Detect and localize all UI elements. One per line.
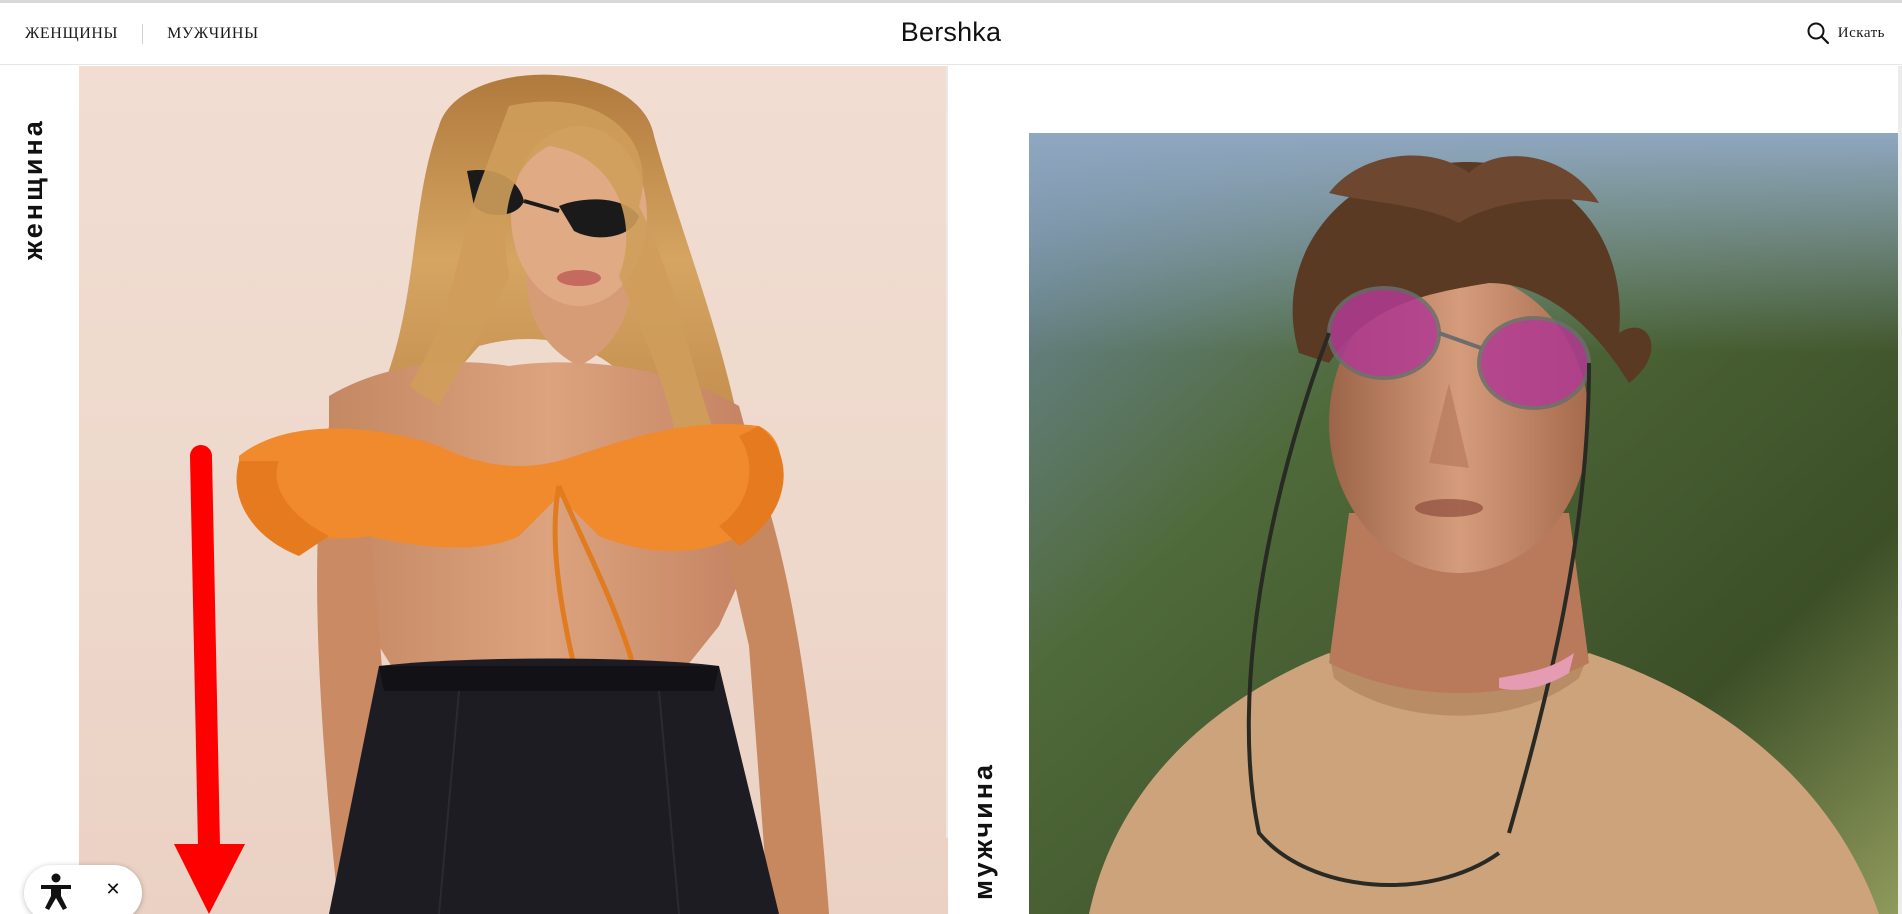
page-scrollbar-track[interactable] bbox=[1898, 66, 1902, 914]
women-model-illustration bbox=[174, 74, 829, 914]
men-hero-image[interactable] bbox=[1029, 133, 1898, 914]
search-button[interactable]: Искать bbox=[1805, 20, 1885, 46]
close-icon[interactable]: ✕ bbox=[100, 877, 126, 903]
accessibility-icon[interactable] bbox=[38, 871, 74, 911]
women-hero-image[interactable] bbox=[79, 66, 948, 914]
site-header: ЖЕНЩИНЫ МУЖЧИНЫ Bershka Искать bbox=[0, 3, 1902, 65]
women-section-label[interactable]: женщина bbox=[18, 80, 58, 260]
search-label: Искать bbox=[1837, 24, 1885, 41]
brand-logo[interactable]: Bershka bbox=[0, 17, 1902, 48]
search-icon bbox=[1807, 22, 1829, 45]
image-divider bbox=[946, 66, 948, 838]
bershka-home-page: ЖЕНЩИНЫ МУЖЧИНЫ Bershka Искать женщина м… bbox=[0, 0, 1902, 914]
men-section-label[interactable]: мужчина bbox=[968, 700, 1008, 900]
men-model-illustration bbox=[1029, 133, 1898, 914]
accessibility-widget: ✕ bbox=[24, 865, 142, 914]
down-arrow-icon bbox=[174, 445, 245, 914]
